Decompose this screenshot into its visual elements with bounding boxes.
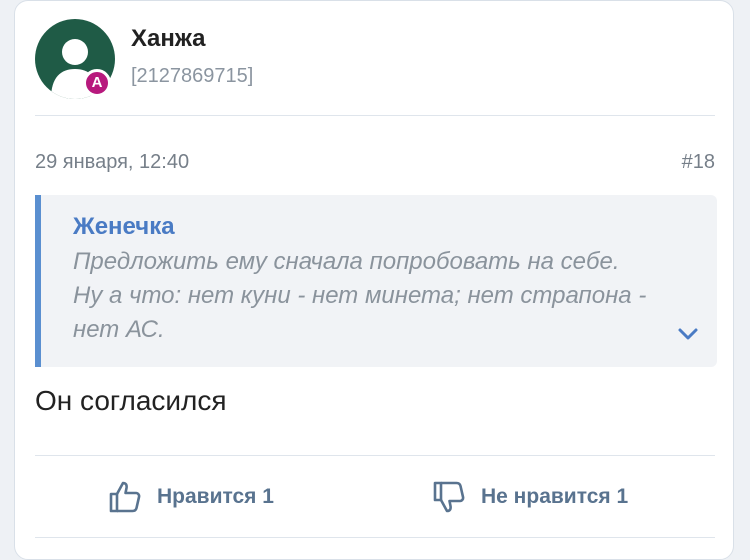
quote-block: Женечка Предложить ему сначала попробова… [35, 195, 717, 367]
chevron-down-icon[interactable] [677, 327, 699, 341]
bottom-divider [35, 537, 715, 538]
quote-author[interactable]: Женечка [73, 213, 175, 241]
dislike-label: Не нравится 1 [481, 485, 629, 508]
like-label: Нравится 1 [157, 485, 274, 508]
author-badge: A [83, 69, 111, 97]
dislike-button[interactable]: Не нравится 1 [431, 477, 628, 517]
quote-text: Предложить ему сначала попробовать на се… [73, 248, 647, 343]
post-date: 29 января, 12:40 [35, 151, 190, 173]
thumbs-up-icon [109, 481, 141, 513]
header-divider [35, 115, 715, 116]
actions-divider [35, 455, 715, 456]
like-button[interactable]: Нравится 1 [107, 477, 274, 517]
author-name[interactable]: Ханжа [131, 25, 206, 53]
author-id: [2127869715] [131, 65, 254, 87]
post-number[interactable]: #18 [682, 151, 715, 174]
thumbs-down-icon [433, 481, 465, 513]
post-card: A Ханжа [2127869715] 29 января, 12:40 #1… [14, 0, 734, 560]
post-text: Он согласился [35, 385, 227, 416]
